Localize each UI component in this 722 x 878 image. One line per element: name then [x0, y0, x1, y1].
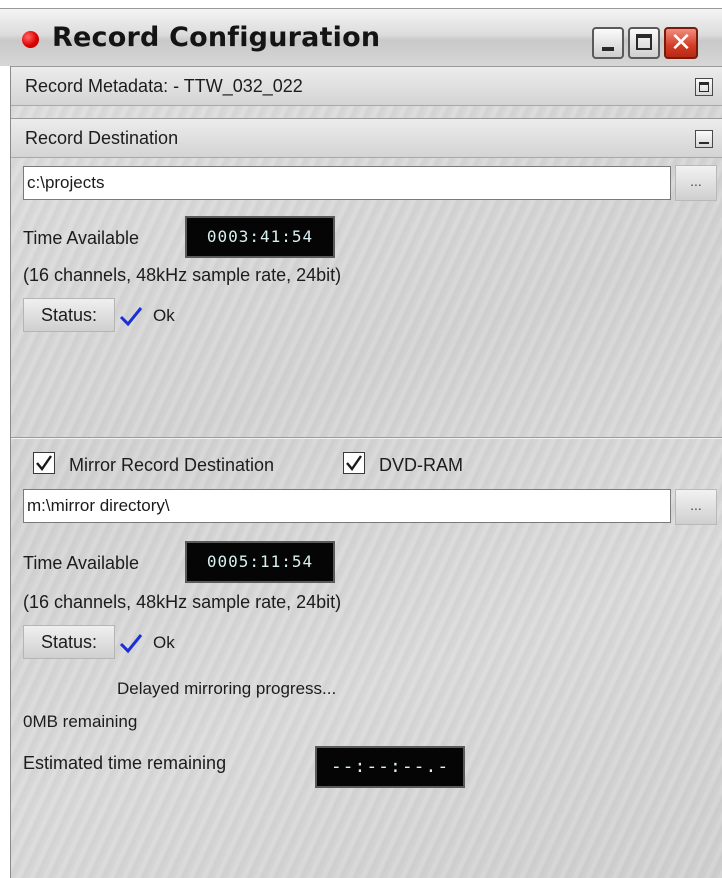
- time-available-display: 0003:41:54: [185, 216, 335, 258]
- mirror-path-input[interactable]: [23, 489, 671, 523]
- checkmark-icon: [346, 455, 362, 471]
- estimated-time-display: --:--:--.-: [315, 746, 465, 788]
- mirror-format-info: (16 channels, 48kHz sample rate, 24bit): [23, 592, 342, 612]
- close-icon: ✕: [670, 28, 692, 58]
- record-destination-header[interactable]: Record Destination: [11, 118, 722, 158]
- title-bar[interactable]: Record Configuration ✕: [0, 8, 722, 66]
- record-metadata-header[interactable]: Record Metadata: - TTW_032_022: [11, 66, 722, 106]
- checkmark-icon: [119, 634, 143, 654]
- dvd-ram-checkbox[interactable]: [343, 452, 365, 474]
- browse-destination-button[interactable]: ...: [675, 165, 717, 201]
- mb-remaining-label: 0MB remaining: [23, 712, 138, 731]
- checkmark-icon: [119, 307, 143, 327]
- mirror-time-available-display: 0005:11:54: [185, 541, 335, 583]
- record-metadata-label: Record Metadata: - TTW_032_022: [25, 76, 303, 96]
- mirror-time-available-label: Time Available: [23, 553, 140, 573]
- mirror-status-value: Ok: [153, 633, 175, 652]
- maximize-icon: [699, 82, 709, 92]
- destination-status-button[interactable]: Status:: [23, 298, 115, 332]
- maximize-button[interactable]: [628, 27, 660, 59]
- browse-mirror-button[interactable]: ...: [675, 489, 717, 525]
- mirroring-progress-label: Delayed mirroring progress...: [117, 679, 337, 698]
- destination-path-input[interactable]: [23, 166, 671, 200]
- collapse-destination-button[interactable]: [695, 130, 713, 148]
- checkmark-icon: [36, 455, 52, 471]
- window-title: Record Configuration: [52, 22, 381, 53]
- minimize-icon: [699, 142, 709, 144]
- record-destination-label: Record Destination: [25, 128, 179, 148]
- record-dot-icon: [22, 31, 39, 48]
- close-button[interactable]: ✕: [664, 27, 698, 59]
- maximize-icon: [636, 34, 652, 50]
- mirror-destination-checkbox[interactable]: [33, 452, 55, 474]
- estimated-time-label: Estimated time remaining: [23, 753, 227, 773]
- config-panel: Record Metadata: - TTW_032_022 Record De…: [10, 66, 722, 878]
- minimize-button[interactable]: [592, 27, 624, 59]
- expand-metadata-button[interactable]: [695, 78, 713, 96]
- minimize-icon: [602, 47, 614, 51]
- time-available-label: Time Available: [23, 228, 140, 248]
- section-divider: [11, 437, 722, 439]
- destination-format-info: (16 channels, 48kHz sample rate, 24bit): [23, 265, 342, 285]
- dvd-ram-label: DVD-RAM: [379, 455, 463, 475]
- mirror-status-button[interactable]: Status:: [23, 625, 115, 659]
- destination-status-value: Ok: [153, 306, 175, 325]
- mirror-destination-label: Mirror Record Destination: [69, 455, 275, 475]
- record-configuration-window: Record Configuration ✕ Record Metadata: …: [0, 0, 722, 878]
